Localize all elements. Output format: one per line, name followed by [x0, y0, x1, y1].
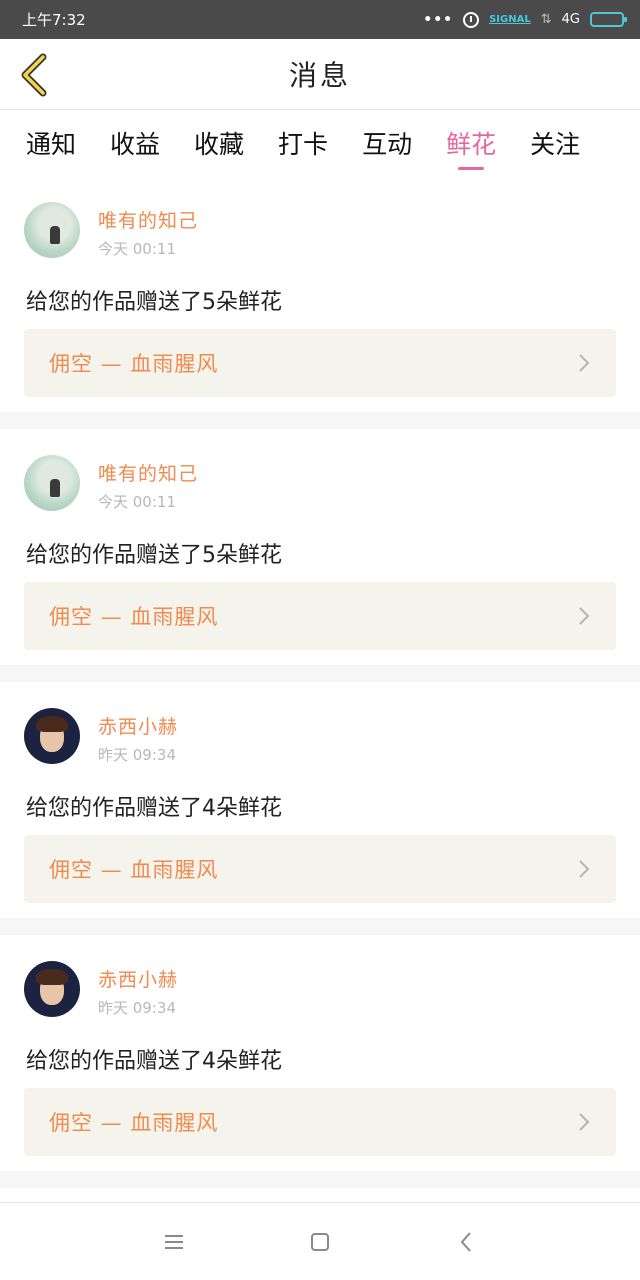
list-item: 唯有的知己 今天 00:11 给您的作品赠送了5朵鲜花 佣空 — 血雨腥风 — [0, 429, 640, 665]
tab-bar: 通知 收益 收藏 打卡 互动 鲜花 关注 — [0, 110, 640, 176]
menu-button[interactable] — [156, 1224, 192, 1260]
message-text: 给您的作品赠送了4朵鲜花 — [26, 1049, 282, 1074]
separator — [0, 665, 640, 682]
message-time: 今天 00:11 — [98, 493, 176, 511]
tab-earnings[interactable]: 收益 — [110, 110, 160, 176]
tab-notice[interactable]: 通知 — [26, 110, 76, 176]
work-title: 佣空 — 血雨腥风 — [49, 352, 219, 376]
tab-flowers[interactable]: 鲜花 — [446, 110, 496, 176]
list-item: 赤西小赫 昨天 09:34 给您的作品赠送了4朵鲜花 佣空 — 血雨腥风 — [0, 935, 640, 1171]
message-text: 给您的作品赠送了5朵鲜花 — [26, 543, 282, 568]
chevron-left-icon — [21, 53, 47, 97]
user-name[interactable]: 唯有的知己 — [98, 206, 198, 233]
message-time: 今天 00:11 — [98, 240, 176, 258]
menu-icon — [165, 1234, 183, 1249]
status-time: 上午7:32 — [22, 11, 86, 29]
list-item: 唯有的知己 今天 00:11 给您的作品赠送了5朵鲜花 佣空 — 血雨腥风 — [0, 176, 640, 412]
more-dots-icon: ••• — [423, 11, 454, 28]
avatar[interactable] — [24, 202, 80, 258]
work-link[interactable]: 佣空 — 血雨腥风 — [24, 582, 616, 650]
home-button[interactable] — [302, 1224, 338, 1260]
separator — [0, 1171, 640, 1188]
message-text: 给您的作品赠送了4朵鲜花 — [26, 796, 282, 821]
tab-interaction[interactable]: 互动 — [362, 110, 412, 176]
battery-icon — [590, 12, 627, 27]
back-button[interactable] — [14, 53, 54, 97]
separator — [0, 918, 640, 935]
page-title: 消息 — [288, 59, 351, 92]
work-link[interactable]: 佣空 — 血雨腥风 — [24, 329, 616, 397]
message-text: 给您的作品赠送了5朵鲜花 — [26, 290, 282, 315]
work-title: 佣空 — 血雨腥风 — [49, 858, 219, 882]
user-name[interactable]: 唯有的知己 — [98, 459, 198, 486]
data-arrows-icon: ⇅ — [540, 12, 552, 27]
signal-label: SIGNAL — [489, 14, 531, 25]
chevron-right-icon — [579, 860, 590, 878]
message-time: 昨天 09:34 — [98, 999, 176, 1017]
header: 消息 — [0, 39, 640, 110]
chevron-right-icon — [579, 607, 590, 625]
separator — [0, 412, 640, 429]
tab-favorites[interactable]: 收藏 — [194, 110, 244, 176]
avatar[interactable] — [24, 961, 80, 1017]
network-type: 4G — [561, 12, 580, 27]
work-title: 佣空 — 血雨腥风 — [49, 605, 219, 629]
tab-follow[interactable]: 关注 — [530, 110, 580, 176]
tab-checkin[interactable]: 打卡 — [278, 110, 328, 176]
message-time: 昨天 09:34 — [98, 746, 176, 764]
back-nav-button[interactable] — [448, 1224, 484, 1260]
work-title: 佣空 — 血雨腥风 — [49, 1111, 219, 1135]
status-bar: 上午7:32 ••• SIGNAL ⇅ 4G — [0, 0, 640, 39]
message-list: 唯有的知己 今天 00:11 给您的作品赠送了5朵鲜花 佣空 — 血雨腥风 唯有… — [0, 176, 640, 1188]
user-name[interactable]: 赤西小赫 — [98, 712, 178, 739]
avatar[interactable] — [24, 455, 80, 511]
work-link[interactable]: 佣空 — 血雨腥风 — [24, 835, 616, 903]
back-triangle-icon — [460, 1231, 471, 1252]
list-item: 赤西小赫 昨天 09:34 给您的作品赠送了4朵鲜花 佣空 — 血雨腥风 — [0, 682, 640, 918]
status-icons: ••• SIGNAL ⇅ 4G — [423, 11, 627, 28]
home-square-icon — [311, 1232, 329, 1251]
system-nav-bar — [0, 1202, 640, 1280]
chevron-right-icon — [579, 1113, 590, 1131]
user-name[interactable]: 赤西小赫 — [98, 965, 178, 992]
avatar[interactable] — [24, 708, 80, 764]
chevron-right-icon — [579, 354, 590, 372]
alarm-icon — [463, 11, 480, 28]
work-link[interactable]: 佣空 — 血雨腥风 — [24, 1088, 616, 1156]
